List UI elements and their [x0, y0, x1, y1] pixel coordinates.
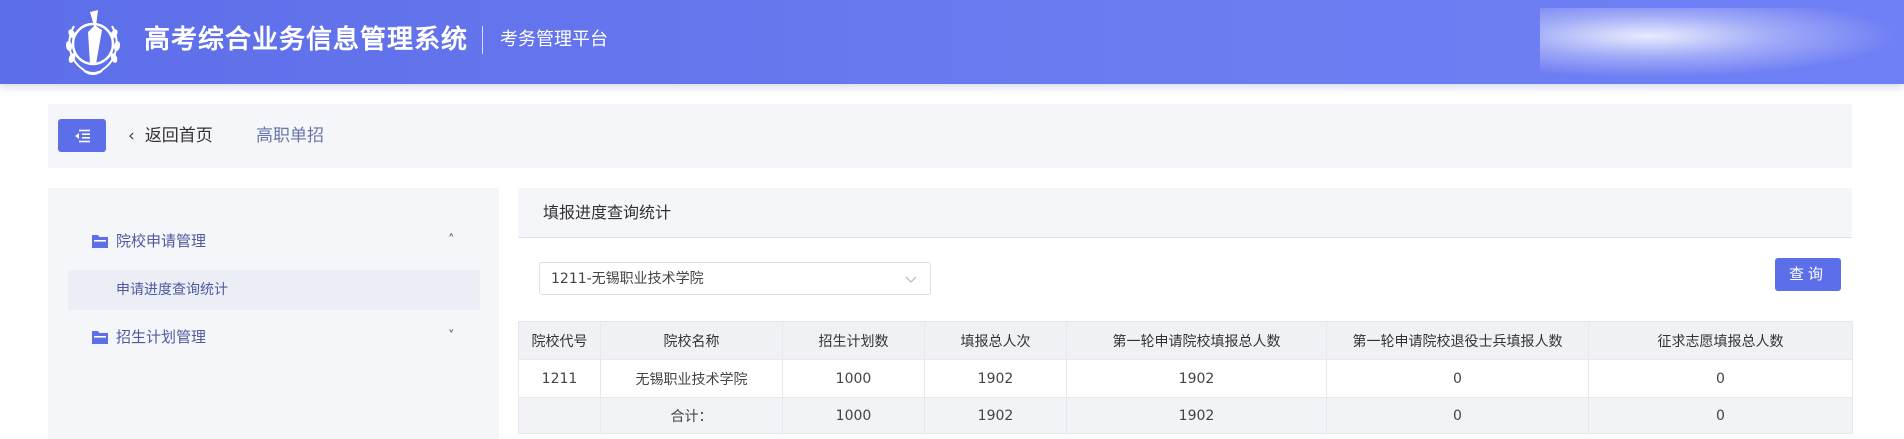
table-cell: 0	[1588, 359, 1853, 398]
table-total-row: 合计： 1000 1902 1902 0 0	[518, 397, 1853, 434]
sidebar-group-school-application[interactable]: 院校申请管理 ˄	[48, 218, 499, 266]
system-title: 高考综合业务信息管理系统	[144, 25, 469, 55]
table-cell	[518, 397, 601, 434]
panel-title: 填报进度查询统计	[543, 203, 672, 222]
menu-indent-icon	[75, 129, 90, 142]
back-home-link[interactable]: ‹ 返回首页	[128, 124, 213, 148]
table-cell: 0	[1588, 397, 1853, 434]
total-label: 合计：	[600, 397, 783, 434]
table-cell: 1902	[1066, 397, 1327, 434]
column-header: 招生计划数	[782, 321, 925, 360]
school-select[interactable]: 1211-无锡职业技术学院	[539, 262, 931, 295]
main-panel: 填报进度查询统计 1211-无锡职业技术学院 查询 院校代号 院校名称 招生计划…	[518, 188, 1853, 439]
column-header: 第一轮申请院校填报总人数	[1066, 321, 1327, 360]
sidebar-group-label: 招生计划管理	[116, 328, 207, 346]
sidebar-item-label: 申请进度查询统计	[116, 282, 228, 298]
header-highlight	[1540, 8, 1900, 78]
chevron-left-icon: ‹	[128, 126, 135, 146]
column-header: 第一轮申请院校退役士兵填报人数	[1326, 321, 1589, 360]
table-cell: 0	[1326, 359, 1589, 398]
sidebar-item-progress-stats[interactable]: 申请进度查询统计	[68, 270, 480, 310]
folder-icon	[92, 235, 108, 248]
chevron-up-icon: ˄	[448, 233, 455, 248]
table-header-row: 院校代号 院校名称 招生计划数 填报总人次 第一轮申请院校填报总人数 第一轮申请…	[518, 321, 1853, 360]
panel-header: 填报进度查询统计	[518, 188, 1852, 238]
table-cell: 0	[1326, 397, 1589, 434]
query-button[interactable]: 查询	[1775, 258, 1841, 291]
table-cell: 1000	[782, 359, 925, 398]
column-header: 填报总人次	[924, 321, 1067, 360]
platform-subtitle: 考务管理平台	[500, 29, 608, 50]
table-cell: 1211	[518, 359, 601, 398]
chevron-down-icon	[905, 276, 917, 283]
sidebar: 院校申请管理 ˄ 申请进度查询统计 招生计划管理 ˅	[48, 188, 499, 439]
title-divider	[482, 26, 483, 54]
table-cell: 无锡职业技术学院	[600, 359, 783, 398]
column-header: 院校代号	[518, 321, 601, 360]
column-header: 院校名称	[600, 321, 783, 360]
sidebar-group-label: 院校申请管理	[116, 232, 207, 250]
progress-table: 院校代号 院校名称 招生计划数 填报总人次 第一轮申请院校填报总人数 第一轮申请…	[518, 321, 1853, 434]
school-select-value: 1211-无锡职业技术学院	[551, 271, 704, 287]
table-row: 1211 无锡职业技术学院 1000 1902 1902 0 0	[518, 359, 1853, 398]
chevron-down-icon: ˅	[448, 329, 455, 344]
menu-toggle-button[interactable]	[58, 119, 106, 152]
column-header: 征求志愿填报总人数	[1588, 321, 1853, 360]
university-emblem-logo	[65, 10, 121, 75]
top-header: 高考综合业务信息管理系统 考务管理平台	[0, 0, 1904, 84]
breadcrumb-bar: ‹ 返回首页 高职单招	[48, 104, 1852, 168]
table-cell: 1902	[924, 397, 1067, 434]
sidebar-group-enrollment-plan[interactable]: 招生计划管理 ˅	[48, 314, 499, 362]
table-cell: 1902	[1066, 359, 1327, 398]
table-cell: 1902	[924, 359, 1067, 398]
folder-icon	[92, 331, 108, 344]
table-cell: 1000	[782, 397, 925, 434]
breadcrumb-current[interactable]: 高职单招	[256, 124, 324, 148]
back-home-label: 返回首页	[144, 126, 213, 146]
